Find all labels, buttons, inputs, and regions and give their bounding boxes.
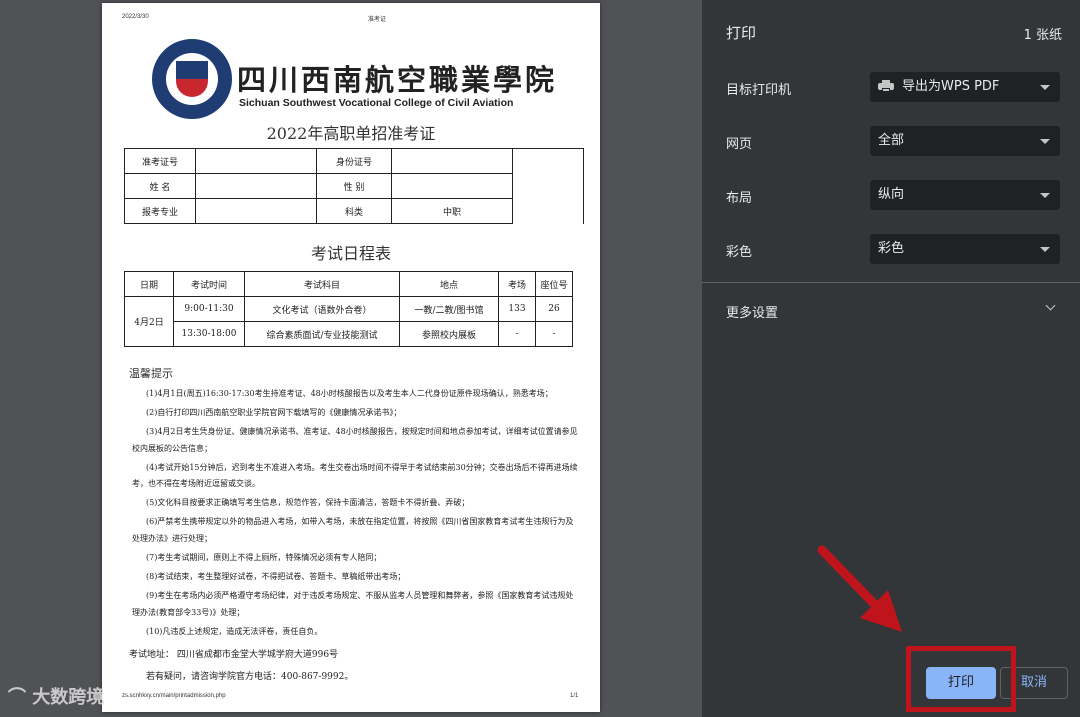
category-value: 中职 [391,198,513,224]
chevron-down-icon[interactable] [1045,300,1056,311]
college-name-cn: 四川西南航空職業學院 [237,63,558,97]
schedule-header: 地点 [399,271,499,297]
destination-select[interactable]: 导出为WPS PDF [870,72,1060,102]
contact-info: 若有疑问，请咨询学院官方电话：400-867-9992。 [146,672,354,682]
color-value: 彩色 [878,241,905,256]
schedule-title: 考试日程表 [310,244,391,263]
preview-page: 2022/3/30 准考证 四川西南航空職業學院 Sichuan Southwe… [102,3,600,712]
schedule-room: - [498,321,536,347]
tip-item: (2)自行打印四川西南航空职业学院官网下载填写的《健康情况承诺书》； [146,408,402,418]
color-select[interactable]: 彩色 [870,234,1060,264]
footer-url: zs.scnhkxy.cn/main/printadmission.php [122,693,226,699]
color-label: 彩色 [726,245,753,260]
schedule-date: 4月2日 [124,296,174,347]
tip-item: (9)考生在考场内必须严格遵守考场纪律，对于违反考场规定、不服从监考人员管理和舞… [132,591,574,617]
layout-value: 纵向 [878,187,905,202]
exam-address: 考试地址： 四川省成都市金堂大学城学府大道996号 [129,650,339,660]
tip-item: (8)考试结束，考生整理好试卷，不得把试卷、答题卡、草稿纸带出考场； [146,572,406,582]
layout-label: 布局 [726,191,753,206]
schedule-header: 考试时间 [173,271,245,297]
major-label: 报考专业 [124,198,196,224]
schedule-time: 13:30-18:00 [173,321,245,347]
college-logo [152,39,232,119]
pages-label: 网页 [726,137,753,152]
annotation-arrow-icon [817,545,902,632]
schedule-subject: 综合素质面试/专业技能测试 [244,321,400,347]
sheet-count: 1 张纸 [1023,28,1062,43]
schedule-header: 考试科目 [244,271,400,297]
id-no-label: 身份证号 [316,148,392,174]
tip-item: (5)文化科目按要求正确填写考生信息，规范作答，保持卡面清洁，答题卡不得折叠、弄… [146,498,470,508]
candidate-info-table: 准考证号 身份证号 姓 名 性 别 报考专业 科类 中职 [124,148,584,224]
watermark-text: 大数跨境 [32,687,105,708]
name-label: 姓 名 [124,173,196,199]
tips-list: (1)4月1日(周五)16:30-17:30考生持准考证、48小时核酸报告以及考… [132,386,578,643]
destination-label: 目标打印机 [726,83,792,98]
schedule-location: 参照校内展板 [399,321,499,347]
schedule-table: 日期 考试时间 考试科目 地点 考场 座位号 4月2日 9:00-11:30 文… [124,271,573,347]
pages-value: 全部 [878,133,905,148]
category-label: 科类 [316,198,392,224]
printer-icon [878,79,894,92]
schedule-location: 一教/二教/图书馆 [399,296,499,322]
panel-title: 打印 [726,24,757,42]
pages-select[interactable]: 全部 [870,126,1060,156]
tips-title: 温馨提示 [129,367,173,380]
tip-item: (4)考试开始15分钟后，迟到考生不准进入考场。考生交卷出场时间不得早于考试结束… [132,462,578,489]
schedule-time: 9:00-11:30 [173,296,245,322]
divider [702,282,1080,283]
exam-title: 2022年高职单招准考证 [266,124,436,143]
schedule-header: 座位号 [535,271,573,297]
footer-page: 1/1 [570,693,579,699]
tip-item: (6)严禁考生携带规定以外的物品进入考场，如带入考场，未放在指定位置，将按照《四… [132,517,574,543]
admission-no-label: 准考证号 [124,148,196,174]
dropdown-caret-icon [1040,247,1050,252]
tip-item: (7)考生考试期间，原则上不得上厕所，特殊情况必须有专人陪同； [146,553,382,563]
destination-value: 导出为WPS PDF [902,79,1000,94]
print-button-highlight [906,646,1016,712]
header-date: 2022/3/30 [122,14,149,20]
more-settings-toggle[interactable]: 更多设置 [726,302,778,321]
dropdown-caret-icon [1040,85,1050,90]
schedule-room: 133 [498,296,536,322]
tip-item: (3)4月2日考生凭身份证、健康情况承诺书、准考证、48小时核酸报告，按规定时间… [132,427,578,453]
dropdown-caret-icon [1040,193,1050,198]
header-title: 准考证 [368,17,387,23]
watermark: ⌒ 大数跨境 [8,683,104,709]
schedule-header: 日期 [124,271,174,297]
print-preview-area: 2022/3/30 准考证 四川西南航空職業學院 Sichuan Southwe… [0,0,702,717]
college-name-en: Sichuan Southwest Vocational College of … [239,97,514,109]
gender-label: 性 别 [316,173,392,199]
schedule-seat: 26 [535,296,573,322]
tip-item: (10)凡违反上述规定，造成无法评卷，责任自负。 [146,626,323,636]
watermark-logo-icon: ⌒ [8,687,26,708]
dropdown-caret-icon [1040,139,1050,144]
tip-item: (1)4月1日(周五)16:30-17:30考生持准考证、48小时核酸报告以及考… [146,389,553,398]
schedule-subject: 文化考试（语数外合卷） [244,296,400,322]
layout-select[interactable]: 纵向 [870,180,1060,210]
schedule-seat: - [535,321,573,347]
schedule-header: 考场 [498,271,536,297]
